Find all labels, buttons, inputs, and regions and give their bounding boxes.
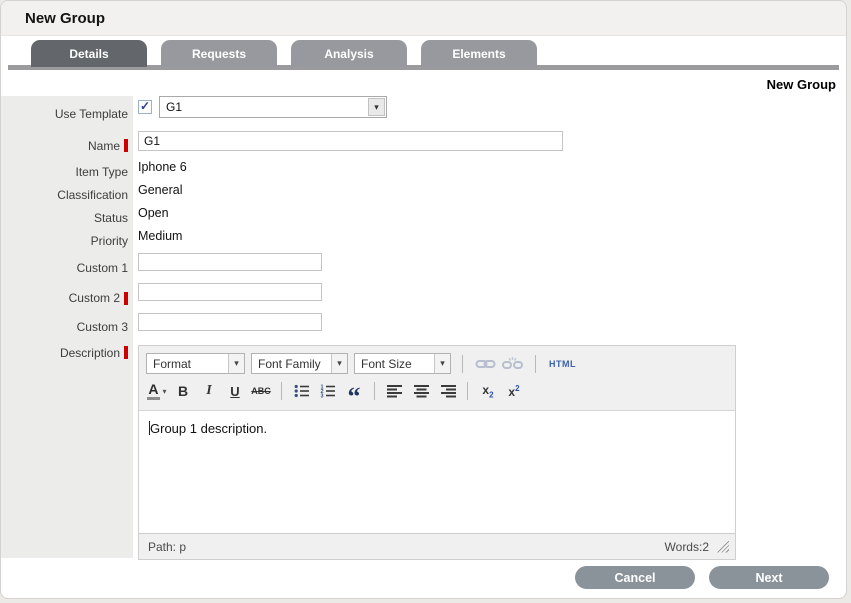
editor-path: Path: p	[148, 540, 186, 554]
custom3-label-cell: Custom 3	[1, 313, 133, 340]
blockquote-icon[interactable]: “	[343, 380, 365, 402]
format-select[interactable]: Format	[146, 353, 245, 374]
priority-row: Priority Medium	[1, 229, 846, 253]
italic-icon[interactable]: I	[198, 380, 220, 402]
description-label: Description	[60, 346, 120, 360]
font-family-select[interactable]: Font Family	[251, 353, 348, 374]
tab-elements[interactable]: Elements	[421, 40, 537, 67]
status-label: Status	[94, 211, 128, 225]
custom2-input[interactable]	[138, 283, 322, 301]
use-template-label: Use Template	[55, 107, 128, 121]
superscript-icon[interactable]: x2	[503, 380, 525, 402]
subscript-icon[interactable]: x2	[477, 380, 499, 402]
custom1-label: Custom 1	[77, 261, 128, 275]
description-label-cell: Description	[1, 340, 133, 558]
word-count: Words:2	[665, 540, 709, 554]
bullet-list-icon[interactable]	[291, 380, 313, 402]
chevron-down-icon[interactable]	[368, 98, 385, 116]
custom1-row: Custom 1	[1, 253, 846, 283]
align-left-icon[interactable]	[384, 380, 406, 402]
custom2-row: Custom 2	[1, 283, 846, 313]
chevron-down-icon	[228, 354, 244, 373]
item-type-label-cell: Item Type	[1, 160, 133, 183]
font-color-button[interactable]: A ▾	[146, 380, 168, 402]
status-row: Status Open	[1, 206, 846, 229]
description-row: Description Format Font Family	[1, 340, 846, 558]
toolbar-separator	[374, 382, 375, 400]
custom3-input[interactable]	[138, 313, 322, 331]
insert-link-icon[interactable]	[474, 353, 496, 375]
item-type-value: Iphone 6	[138, 160, 187, 174]
custom3-label: Custom 3	[77, 320, 128, 334]
description-text: Group 1 description.	[150, 421, 267, 436]
priority-value: Medium	[138, 229, 182, 243]
use-template-checkbox[interactable]: ✓	[138, 100, 152, 114]
editor-toolbar: Format Font Family Font Size	[139, 346, 735, 411]
classification-label-cell: Classification	[1, 183, 133, 206]
template-select-value: G1	[160, 100, 182, 114]
editor-status-bar: Path: p Words:2	[139, 533, 735, 559]
name-input[interactable]	[138, 131, 563, 151]
chevron-down-icon[interactable]: ▾	[163, 387, 167, 396]
numbered-list-icon[interactable]: 123	[317, 380, 339, 402]
bold-icon[interactable]: B	[172, 380, 194, 402]
classification-value: General	[138, 183, 182, 197]
status-value: Open	[138, 206, 169, 220]
chevron-down-icon	[434, 354, 450, 373]
use-template-label-cell: Use Template	[1, 96, 133, 131]
action-bar: Cancel Next	[1, 558, 846, 589]
description-editor-content[interactable]: Group 1 description.	[139, 411, 735, 533]
chevron-down-icon	[331, 354, 347, 373]
item-type-label: Item Type	[76, 165, 128, 179]
tab-analysis[interactable]: Analysis	[291, 40, 407, 67]
rich-text-editor: Format Font Family Font Size	[138, 345, 736, 560]
priority-label: Priority	[91, 234, 128, 248]
name-label-cell: Name	[1, 131, 133, 160]
item-type-row: Item Type Iphone 6	[1, 160, 846, 183]
section-title: New Group	[1, 70, 846, 94]
strikethrough-icon[interactable]: ABC	[250, 380, 272, 402]
align-center-icon[interactable]	[410, 380, 432, 402]
custom1-label-cell: Custom 1	[1, 253, 133, 283]
template-select[interactable]: G1	[159, 96, 387, 118]
custom2-label: Custom 2	[69, 291, 120, 305]
toolbar-separator	[535, 355, 536, 373]
cancel-button[interactable]: Cancel	[575, 566, 695, 589]
classification-label: Classification	[57, 188, 128, 202]
required-marker	[124, 292, 128, 305]
priority-label-cell: Priority	[1, 229, 133, 253]
next-button[interactable]: Next	[709, 566, 829, 589]
toolbar-separator	[462, 355, 463, 373]
custom1-input[interactable]	[138, 253, 322, 271]
use-template-row: Use Template ✓ G1	[1, 96, 846, 131]
svg-text:3: 3	[321, 394, 324, 398]
font-size-select[interactable]: Font Size	[354, 353, 451, 374]
tab-requests[interactable]: Requests	[161, 40, 277, 67]
group-details-form: Use Template ✓ G1 Name	[1, 96, 846, 558]
required-marker	[124, 346, 128, 359]
custom2-label-cell: Custom 2	[1, 283, 133, 313]
toolbar-separator	[467, 382, 468, 400]
checkmark-icon: ✓	[140, 100, 150, 112]
toolbar-separator	[281, 382, 282, 400]
tab-strip: Details Requests Analysis Elements	[1, 36, 846, 70]
status-label-cell: Status	[1, 206, 133, 229]
new-group-window: New Group Details Requests Analysis Elem…	[0, 0, 847, 599]
classification-row: Classification General	[1, 183, 846, 206]
unlink-icon[interactable]	[502, 353, 524, 375]
align-right-icon[interactable]	[436, 380, 458, 402]
name-label: Name	[88, 139, 120, 153]
resize-handle[interactable]	[717, 541, 729, 553]
tab-details[interactable]: Details	[31, 40, 147, 67]
html-source-button[interactable]: HTML	[547, 359, 578, 369]
underline-icon[interactable]: U	[224, 380, 246, 402]
window-title: New Group	[1, 1, 846, 36]
required-marker	[124, 139, 128, 152]
name-row: Name	[1, 131, 846, 160]
custom3-row: Custom 3	[1, 313, 846, 340]
